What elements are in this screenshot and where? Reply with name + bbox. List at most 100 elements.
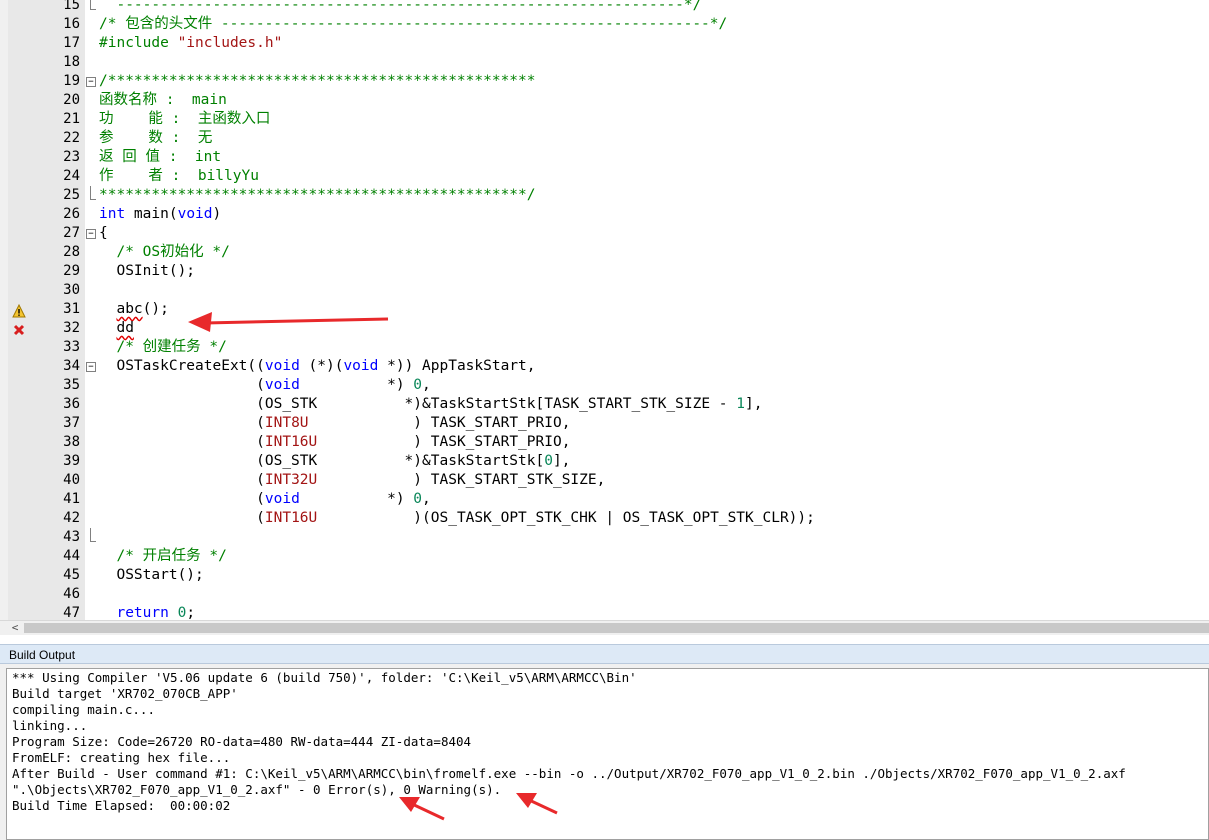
line-number: 29 xyxy=(63,263,80,279)
code-line[interactable]: 35 (void *) 0, xyxy=(0,376,1209,395)
code-text[interactable]: /* 创建任务 */ xyxy=(99,338,226,357)
code-text[interactable]: return 0; xyxy=(99,604,195,620)
horizontal-scrollbar[interactable]: < xyxy=(0,620,1209,635)
code-line[interactable]: 40 (INT32U ) TASK_START_STK_SIZE, xyxy=(0,471,1209,490)
code-line[interactable]: 20 函数名称 : main xyxy=(0,91,1209,110)
line-number: 38 xyxy=(63,434,80,450)
code-line[interactable]: 22 参 数 : 无 xyxy=(0,129,1209,148)
line-number: 18 xyxy=(63,54,80,70)
code-line[interactable]: 42 (INT16U )(OS_TASK_OPT_STK_CHK | OS_TA… xyxy=(0,509,1209,528)
code-text[interactable]: abc(); xyxy=(99,300,168,319)
code-line[interactable]: 44 /* 开启任务 */ xyxy=(0,547,1209,566)
code-text[interactable]: { xyxy=(99,224,108,243)
code-text[interactable]: (INT8U ) TASK_START_PRIO, xyxy=(99,414,570,433)
line-number: 45 xyxy=(63,567,80,583)
code-line[interactable]: 29 OSInit(); xyxy=(0,262,1209,281)
code-line[interactable]: 15 -------------------------------------… xyxy=(0,0,1209,15)
code-token: , xyxy=(422,491,431,507)
build-output-panel: Build Output *** Using Compiler 'V5.06 u… xyxy=(0,644,1209,840)
code-text[interactable]: (INT16U ) TASK_START_PRIO, xyxy=(99,433,570,452)
code-text[interactable]: (void *) 0, xyxy=(99,376,431,395)
build-output-text[interactable]: *** Using Compiler 'V5.06 update 6 (buil… xyxy=(6,668,1209,840)
code-token: INT8U xyxy=(264,415,309,431)
line-number: 32 xyxy=(63,320,80,336)
code-editor[interactable]: 15 -------------------------------------… xyxy=(0,0,1209,620)
code-text[interactable]: /* 包含的头文件 ------------------------------… xyxy=(99,15,727,34)
code-line[interactable]: 28 /* OS初始化 */ xyxy=(0,243,1209,262)
code-line[interactable]: 39 (OS_STK *)&TaskStartStk[0], xyxy=(0,452,1209,471)
code-line[interactable]: 18 xyxy=(0,53,1209,72)
code-token: 0 xyxy=(413,491,423,507)
code-text[interactable]: #include "includes.h" xyxy=(99,34,282,53)
line-number: 31 xyxy=(63,301,80,317)
code-token: ) TASK_START_STK_SIZE, xyxy=(317,472,606,488)
code-line[interactable]: 33 /* 创建任务 */ xyxy=(0,338,1209,357)
code-token: ( xyxy=(99,377,265,393)
code-line[interactable]: 38 (INT16U ) TASK_START_PRIO, xyxy=(0,433,1209,452)
scroll-left-arrow[interactable]: < xyxy=(8,621,22,635)
code-token: ) TASK_START_PRIO, xyxy=(308,415,571,431)
code-text[interactable]: OSStart(); xyxy=(99,566,203,585)
code-text[interactable]: 返 回 值 : int xyxy=(99,148,221,167)
code-token: 1 xyxy=(736,396,746,412)
code-token: INT16U xyxy=(264,434,318,450)
code-line[interactable]: 47 return 0; xyxy=(0,604,1209,620)
code-text[interactable]: int main(void) xyxy=(99,205,221,224)
line-number: 43 xyxy=(63,529,80,545)
line-number: 25 xyxy=(63,187,80,203)
code-text[interactable]: OSTaskCreateExt((void (*)(void *)) AppTa… xyxy=(99,357,535,376)
fold-line xyxy=(90,0,91,10)
fold-toggle-icon[interactable]: − xyxy=(86,229,96,239)
fold-toggle-icon[interactable]: − xyxy=(86,362,96,372)
code-text[interactable]: 作 者 : billyYu xyxy=(99,167,259,186)
code-text[interactable]: 功 能 : 主函数入口 xyxy=(99,110,270,129)
code-line[interactable]: 21 功 能 : 主函数入口 xyxy=(0,110,1209,129)
build-output-line: *** Using Compiler 'V5.06 update 6 (buil… xyxy=(12,670,637,685)
line-number: 35 xyxy=(63,377,80,393)
code-text[interactable]: /* OS初始化 */ xyxy=(99,243,229,262)
code-line[interactable]: 46 xyxy=(0,585,1209,604)
code-text[interactable]: 函数名称 : main xyxy=(99,91,227,110)
code-line[interactable]: 31 abc(); xyxy=(0,300,1209,319)
code-token: ( xyxy=(99,472,265,488)
code-line[interactable]: 16 /* 包含的头文件 ----------------------------… xyxy=(0,15,1209,34)
line-number: 37 xyxy=(63,415,80,431)
code-line[interactable]: 24 作 者 : billyYu xyxy=(0,167,1209,186)
code-text[interactable]: (OS_STK *)&TaskStartStk[0], xyxy=(99,452,570,471)
fold-toggle-icon[interactable]: − xyxy=(86,77,96,87)
code-line[interactable]: 36 (OS_STK *)&TaskStartStk[TASK_START_ST… xyxy=(0,395,1209,414)
error-icon xyxy=(12,322,26,336)
code-line[interactable]: 32 dd xyxy=(0,319,1209,338)
code-text[interactable]: ----------------------------------------… xyxy=(99,0,701,15)
code-line[interactable]: 34− OSTaskCreateExt((void (*)(void *)) A… xyxy=(0,357,1209,376)
code-token: void xyxy=(343,358,379,374)
code-line[interactable]: 26 int main(void) xyxy=(0,205,1209,224)
code-text[interactable]: /***************************************… xyxy=(99,72,536,91)
code-text[interactable]: OSInit(); xyxy=(99,262,195,281)
code-text[interactable]: 参 数 : 无 xyxy=(99,129,212,148)
code-line[interactable]: 19−/************************************… xyxy=(0,72,1209,91)
code-line[interactable]: 43 xyxy=(0,528,1209,547)
code-line[interactable]: 41 (void *) 0, xyxy=(0,490,1209,509)
code-line[interactable]: 17 #include "includes.h" xyxy=(0,34,1209,53)
code-text[interactable]: dd xyxy=(99,319,133,338)
code-line[interactable]: 25 **************************************… xyxy=(0,186,1209,205)
code-line[interactable]: 27−{ xyxy=(0,224,1209,243)
code-token: (*)( xyxy=(299,358,344,374)
code-token: 参 数 : 无 xyxy=(99,130,213,146)
line-number: 39 xyxy=(63,453,80,469)
code-token: 0 xyxy=(544,453,553,469)
code-text[interactable]: (INT32U ) TASK_START_STK_SIZE, xyxy=(99,471,605,490)
code-token: return xyxy=(116,605,169,620)
code-line[interactable]: 45 OSStart(); xyxy=(0,566,1209,585)
code-text[interactable]: (INT16U )(OS_TASK_OPT_STK_CHK | OS_TASK_… xyxy=(99,509,815,528)
code-text[interactable]: /* 开启任务 */ xyxy=(99,547,226,566)
code-line[interactable]: 37 (INT8U ) TASK_START_PRIO, xyxy=(0,414,1209,433)
code-line[interactable]: 30 xyxy=(0,281,1209,300)
code-text[interactable]: ****************************************… xyxy=(99,186,536,205)
scrollbar-thumb[interactable] xyxy=(24,623,1209,633)
code-line[interactable]: 23 返 回 值 : int xyxy=(0,148,1209,167)
code-text[interactable]: (OS_STK *)&TaskStartStk[TASK_START_STK_S… xyxy=(99,395,762,414)
code-token: , xyxy=(422,377,431,393)
code-text[interactable]: (void *) 0, xyxy=(99,490,431,509)
